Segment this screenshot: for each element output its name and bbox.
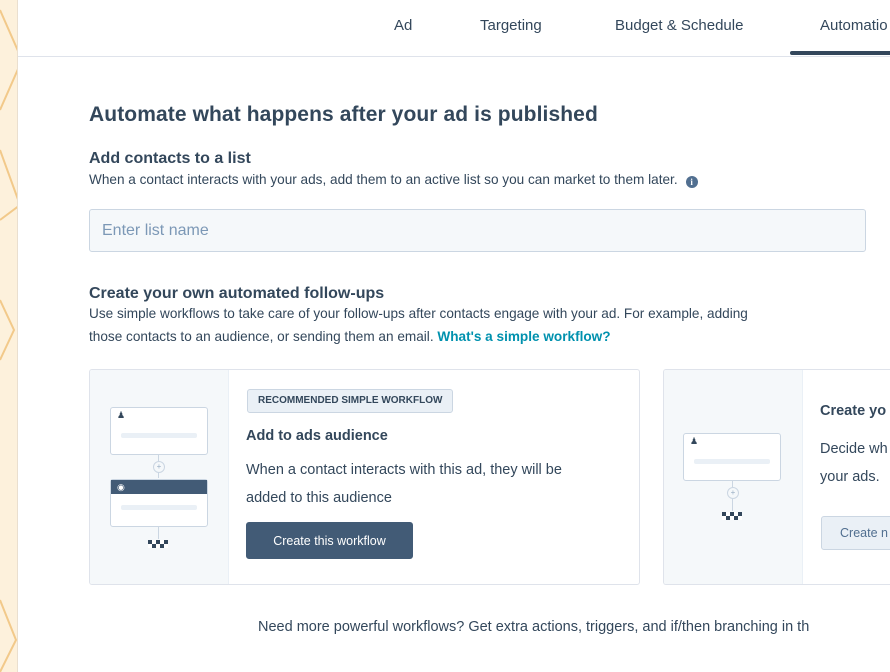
card-body-line1: When a contact interacts with this ad, t… [246,462,562,478]
followups-description-line2: those contacts to an audience, or sendin… [89,325,611,349]
trigger-step-header: ♟ [684,434,780,448]
list-section-description: When a contact interacts with your ads, … [89,168,698,192]
workflow-card-ads-audience: ♟ + ◉ RECOMMENDED SIMPLE WORKFLOW Add to… [89,369,640,585]
workflow-trigger-step: ♟ [683,433,781,481]
plus-icon: + [153,461,165,473]
workflow-illustration: ♟ + [664,370,803,584]
tab-ad[interactable]: Ad [394,17,412,34]
workflow-action-step: ◉ [110,479,208,527]
main-panel: Ad Targeting Budget & Schedule Automatio… [17,0,890,672]
finish-flag-icon [148,540,168,548]
trigger-step-header: ♟ [111,408,207,422]
action-step-header: ◉ [111,480,207,494]
card-body-line2: your ads. [820,469,880,485]
followups-description-text: those contacts to an audience, or sendin… [89,329,434,344]
active-tab-indicator [790,51,890,55]
list-section-title: Add contacts to a list [89,150,251,167]
tab-targeting[interactable]: Targeting [480,17,542,34]
card-title: Create yo [820,403,887,419]
plus-icon: + [727,487,739,499]
recommended-badge: RECOMMENDED SIMPLE WORKFLOW [247,389,454,413]
wizard-tab-bar: Ad Targeting Budget & Schedule Automatio [18,0,890,57]
followups-description-line1: Use simple workflows to take care of you… [89,306,748,321]
card-title: Add to ads audience [246,428,388,444]
simple-workflow-help-link[interactable]: What's a simple workflow? [437,329,610,344]
list-name-input[interactable] [89,209,866,252]
contact-icon: ♟ [117,410,126,420]
create-this-workflow-button[interactable]: Create this workflow [246,522,413,559]
followups-section-title: Create your own automated follow-ups [89,285,385,302]
create-new-workflow-button[interactable]: Create n [821,516,890,550]
workflow-trigger-step: ♟ [110,407,208,455]
card-body-line1: Decide wh [820,441,888,457]
tab-budget-schedule[interactable]: Budget & Schedule [615,17,743,34]
info-icon[interactable]: i [685,176,698,188]
page-title: Automate what happens after your ad is p… [89,103,598,126]
workflow-card-custom: ♟ + Create yo Decide wh your ads. Create… [663,369,890,585]
card-body-line2: added to this audience [246,490,392,506]
trigger-step-line [121,433,197,438]
footer-upgrade-note: Need more powerful workflows? Get extra … [258,619,810,635]
workflow-illustration: ♟ + ◉ [90,370,229,584]
target-icon: ◉ [117,482,125,492]
contact-icon: ♟ [690,436,699,446]
list-description-text: When a contact interacts with your ads, … [89,172,678,187]
trigger-step-line [694,459,770,464]
tab-automation[interactable]: Automatio [820,17,888,34]
workflow-connector-end [158,527,159,539]
action-step-line [121,505,197,510]
finish-flag-icon [722,512,742,520]
